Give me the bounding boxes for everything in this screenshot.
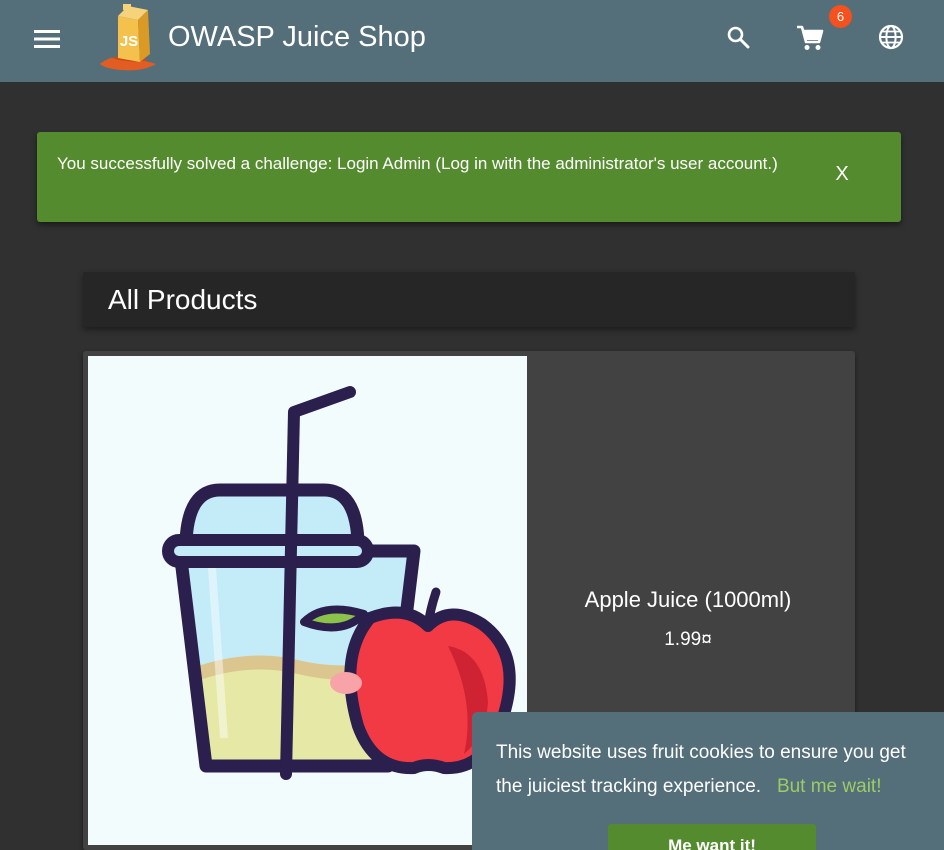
menu-button[interactable] bbox=[26, 18, 68, 60]
product-price: 1.99¤ bbox=[664, 629, 712, 650]
product-name: Apple Juice (1000ml) bbox=[584, 587, 792, 612]
cookie-consent-banner: This website uses fruit cookies to ensur… bbox=[472, 712, 944, 850]
cookie-learn-more-link[interactable]: But me wait! bbox=[777, 776, 882, 797]
cart-count-badge: 6 bbox=[829, 5, 852, 28]
cookie-accept-button[interactable]: Me want it! bbox=[608, 824, 816, 850]
juice-carton-logo-icon: JS bbox=[100, 4, 156, 71]
notification-close-button[interactable]: X bbox=[827, 160, 857, 188]
challenge-solved-notification: You successfully solved a challenge: Log… bbox=[37, 132, 901, 222]
menu-icon bbox=[34, 30, 60, 48]
search-button[interactable] bbox=[718, 17, 758, 57]
search-icon bbox=[727, 26, 750, 49]
products-heading-bar: All Products bbox=[83, 272, 855, 327]
product-image[interactable] bbox=[88, 356, 527, 845]
juice-shop-logo[interactable]: JS bbox=[98, 2, 160, 72]
cart-icon bbox=[797, 25, 824, 50]
apple-juice-image bbox=[162, 386, 516, 780]
language-icon bbox=[878, 24, 904, 50]
notification-message: You successfully solved a challenge: Log… bbox=[57, 154, 778, 173]
page-title: All Products bbox=[108, 284, 258, 315]
app-title: OWASP Juice Shop bbox=[168, 21, 426, 53]
svg-text:JS: JS bbox=[120, 33, 138, 50]
cart-button[interactable] bbox=[790, 18, 830, 58]
language-button[interactable] bbox=[871, 17, 911, 57]
cookie-consent-text: This website uses fruit cookies to ensur… bbox=[496, 736, 936, 804]
